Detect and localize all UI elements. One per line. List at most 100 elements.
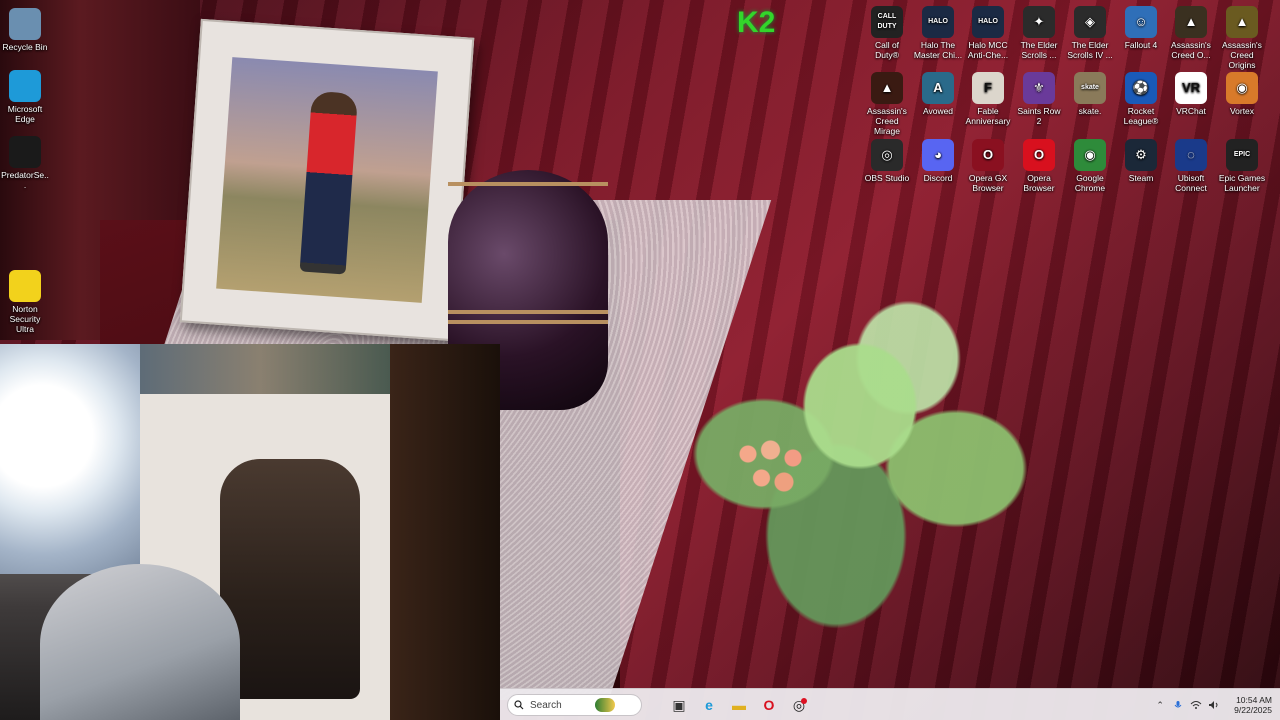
desktop-icon-label: Epic Games Launcher <box>1218 173 1266 193</box>
desktop-shortcut-vortex[interactable]: ◉ Vortex <box>1217 72 1267 116</box>
desktop-shortcut-elder-scrolls-oblivion[interactable]: ◈ The Elder Scrolls IV ... <box>1065 6 1115 60</box>
task-view-glyph: ▣ <box>672 696 686 713</box>
call-of-duty-icon: CALL DUTY <box>871 6 903 38</box>
desktop-shortcut-edge[interactable]: Microsoft Edge <box>0 70 50 124</box>
desktop-shortcut-skate[interactable]: skate skate. <box>1065 72 1115 116</box>
desktop-icon-label: Saints Row 2 <box>1017 106 1061 126</box>
elder-scrolls-oblivion-icon: ◈ <box>1074 6 1106 38</box>
desktop-shortcut-assassins-creed-odyssey[interactable]: ▲ Assassin's Creed O... <box>1166 6 1216 60</box>
saints-row-2-icon: ⚜ <box>1023 72 1055 104</box>
desktop-shortcut-fable-anniversary[interactable]: F Fable Anniversary <box>963 72 1013 126</box>
desktop-icon-label: Fable Anniversary <box>965 106 1011 126</box>
desktop-icon-label: Discord <box>923 173 953 183</box>
vrchat-icon: VR <box>1175 72 1207 104</box>
desktop-icon-label: PredatorSe... <box>1 170 49 190</box>
taskbar-search[interactable] <box>507 694 642 716</box>
epic-games-launcher-icon: EPIC <box>1226 139 1258 171</box>
desktop-shortcut-assassins-creed-mirage[interactable]: ▲ Assassin's Creed Mirage <box>862 72 912 136</box>
desktop-icon-label: Assassin's Creed Mirage <box>867 106 907 136</box>
fable-anniversary-icon: F <box>972 72 1004 104</box>
opera-taskbar-glyph: O <box>763 697 775 713</box>
system-tray: ⌃ 10:54 AM 9/22/2025 <box>1154 695 1280 715</box>
desktop-icon-label: VRChat <box>1176 106 1206 116</box>
ubisoft-connect-icon: ◌ <box>1175 139 1207 171</box>
notification-dot <box>801 698 807 704</box>
desktop-icon-label: Steam <box>1128 173 1154 183</box>
desktop-shortcut-discord[interactable]: ◕ Discord <box>913 139 963 183</box>
desktop-shortcut-elder-scrolls-online[interactable]: ✦ The Elder Scrolls ... <box>1014 6 1064 60</box>
desktop-shortcut-vrchat[interactable]: VR VRChat <box>1166 72 1216 116</box>
search-icon <box>514 700 524 710</box>
halo-mcc-master-chief-icon: HALO <box>922 6 954 38</box>
desktop-shortcut-opera-browser[interactable]: O Opera Browser <box>1014 139 1064 193</box>
desktop-shortcut-saints-row-2[interactable]: ⚜ Saints Row 2 <box>1014 72 1064 126</box>
recycle-bin-icon <box>9 8 41 40</box>
desktop-icon-label: Recycle Bin <box>2 42 48 52</box>
assassins-creed-mirage-icon: ▲ <box>871 72 903 104</box>
desktop-shortcut-assassins-creed-origins[interactable]: ▲ Assassin's Creed Origins <box>1217 6 1267 70</box>
desktop-shortcut-norton[interactable]: Norton Security Ultra <box>0 270 50 334</box>
edge-taskbar-icon[interactable]: e <box>698 694 720 716</box>
taskbar: ▣ e ▬ O ◎ ⌃ 10:54 AM 9/22/2025 <box>500 688 1280 720</box>
avowed-icon: A <box>922 72 954 104</box>
wifi-icon[interactable] <box>1190 699 1202 711</box>
webcam-window-light <box>0 344 140 574</box>
desktop-shortcut-fallout-4[interactable]: ☺ Fallout 4 <box>1116 6 1166 50</box>
rocket-league-icon: ⚽ <box>1125 72 1157 104</box>
task-view-icon[interactable]: ▣ <box>668 694 690 716</box>
steam-icon: ⚙ <box>1125 139 1157 171</box>
desktop-shortcut-recycle-bin[interactable]: Recycle Bin <box>0 8 50 52</box>
desktop-shortcut-call-of-duty[interactable]: CALL DUTY Call of Duty® <box>862 6 912 60</box>
desktop-shortcut-avowed[interactable]: A Avowed <box>913 72 963 116</box>
edge-taskbar-glyph: e <box>705 697 713 713</box>
desktop-icon-label: Google Chrome <box>1074 173 1106 193</box>
desktop-icon-label: Avowed <box>922 106 954 116</box>
desktop-icon-label: Fallout 4 <box>1124 40 1158 50</box>
volume-icon[interactable] <box>1208 699 1220 711</box>
webcam-overlay <box>0 344 500 720</box>
webcam-gaming-chair <box>220 459 360 699</box>
chevron-up-icon[interactable]: ⌃ <box>1154 699 1166 711</box>
google-chrome-icon: ◉ <box>1074 139 1106 171</box>
desktop-shortcut-steam[interactable]: ⚙ Steam <box>1116 139 1166 183</box>
wallpaper-photo-person <box>299 90 358 275</box>
desktop-icon-label: Halo MCC Anti-Che... <box>967 40 1009 60</box>
skate-icon: skate <box>1074 72 1106 104</box>
vortex-icon: ◉ <box>1226 72 1258 104</box>
desktop-shortcut-epic-games-launcher[interactable]: EPIC Epic Games Launcher <box>1217 139 1267 193</box>
desktop: K2 Recycle Bin Microsoft Edge PredatorSe..… <box>0 0 1280 720</box>
file-explorer-glyph: ▬ <box>732 697 746 713</box>
desktop-shortcut-opera-gx[interactable]: O Opera GX Browser <box>963 139 1013 193</box>
desktop-icon-label: Ubisoft Connect <box>1175 173 1207 193</box>
opera-browser-icon: O <box>1023 139 1055 171</box>
desktop-shortcut-halo-mcc-anniversary[interactable]: HALO Halo MCC Anti-Che... <box>963 6 1013 60</box>
taskbar-clock[interactable]: 10:54 AM 9/22/2025 <box>1234 695 1272 715</box>
desktop-icon-label: Vortex <box>1229 106 1255 116</box>
predator-sense-icon <box>9 136 41 168</box>
desktop-icon-label: Opera GX Browser <box>968 173 1008 193</box>
desktop-icon-label: Halo The Master Chi... <box>913 40 963 60</box>
desktop-icon-label: The Elder Scrolls IV ... <box>1067 40 1113 60</box>
urn-band <box>448 182 608 186</box>
desktop-shortcut-predator-sense[interactable]: PredatorSe... <box>0 136 50 190</box>
desktop-icon-label: Assassin's Creed Origins <box>1222 40 1262 70</box>
desktop-shortcut-obs-studio[interactable]: ◎ OBS Studio <box>862 139 912 183</box>
obs-taskbar-icon[interactable]: ◎ <box>788 694 810 716</box>
taskbar-apps: ▣ e ▬ O ◎ <box>642 694 810 716</box>
desktop-icon-label: Call of Duty® <box>874 40 900 60</box>
desktop-icon-label: The Elder Scrolls ... <box>1020 40 1058 60</box>
norton-icon <box>9 270 41 302</box>
desktop-shortcut-rocket-league[interactable]: ⚽ Rocket League® <box>1116 72 1166 126</box>
wallpaper-photo-frame <box>179 18 475 342</box>
desktop-icon-label: Rocket League® <box>1123 106 1159 126</box>
microphone-icon[interactable] <box>1172 699 1184 711</box>
opera-taskbar-icon[interactable]: O <box>758 694 780 716</box>
file-explorer-icon[interactable]: ▬ <box>728 694 750 716</box>
widgets-badge-icon[interactable] <box>595 698 615 712</box>
desktop-shortcut-ubisoft-connect[interactable]: ◌ Ubisoft Connect <box>1166 139 1216 193</box>
desktop-icon-label: Microsoft Edge <box>7 104 43 124</box>
desktop-icon-label: Norton Security Ultra <box>9 304 41 334</box>
desktop-shortcut-google-chrome[interactable]: ◉ Google Chrome <box>1065 139 1115 193</box>
clock-date: 9/22/2025 <box>1234 705 1272 715</box>
desktop-shortcut-halo-mcc-master-chief[interactable]: HALO Halo The Master Chi... <box>913 6 963 60</box>
